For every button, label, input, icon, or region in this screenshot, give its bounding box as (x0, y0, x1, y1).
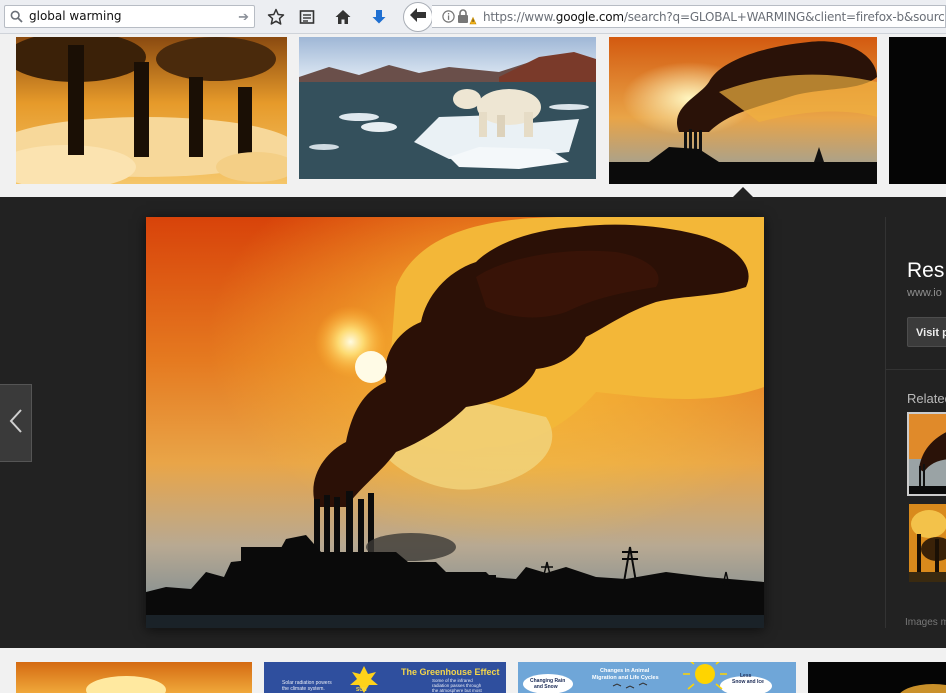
image-result-selected-smoke[interactable] (609, 37, 877, 184)
related-image-2[interactable] (909, 504, 946, 582)
svg-text:Snow and Ice: Snow and Ice (732, 679, 764, 685)
preview-sidebar: Res www.io Visit p Related (885, 217, 946, 628)
url-text[interactable]: https://www.google.com/search?q=GLOBAL+W… (483, 10, 945, 24)
star-icon[interactable] (265, 6, 287, 28)
download-icon[interactable] (368, 6, 390, 28)
url-prefix: https://www. (483, 10, 556, 24)
selected-caret (733, 187, 753, 197)
related-heading: Related (907, 391, 946, 406)
lock-warning-icon[interactable] (457, 9, 477, 27)
svg-text:the climate system.: the climate system. (282, 686, 325, 692)
url-path: /search?q=GLOBAL+WARMING&client=firefox-… (623, 10, 945, 24)
preview-image[interactable] (146, 217, 764, 628)
image-result-polar-bear[interactable] (299, 37, 596, 179)
info-icon[interactable] (442, 10, 455, 27)
previous-image-button[interactable] (0, 384, 32, 462)
arrow-right-icon[interactable]: ➔ (238, 9, 249, 25)
image-results-row-bottom: The Greenhouse Effect Solar radiation po… (0, 648, 946, 693)
url-bar[interactable]: https://www.google.com/search?q=GLOBAL+W… (432, 5, 946, 28)
divider (886, 369, 946, 370)
related-image-1[interactable] (907, 412, 946, 496)
preview-title[interactable]: Res (907, 259, 944, 283)
back-icon (409, 7, 427, 28)
image-result-partial[interactable] (889, 37, 946, 184)
image-result-smokestacks[interactable] (16, 37, 287, 184)
image-result-dark-globe[interactable] (808, 662, 946, 693)
url-host: google.com (555, 10, 624, 24)
reading-list-icon[interactable] (296, 6, 318, 28)
svg-text:and Snow: and Snow (534, 684, 558, 690)
browser-search-box[interactable]: global warming ➔ (4, 5, 255, 28)
chevron-left-icon (9, 408, 23, 439)
image-result-greenhouse-effect[interactable]: The Greenhouse Effect Solar radiation po… (264, 662, 506, 693)
image-results-row (0, 34, 946, 197)
image-result-climate-changes[interactable]: Changes in Animal Migration and Life Cyc… (518, 662, 796, 693)
images-more-label[interactable]: Images m (905, 617, 946, 628)
svg-text:Migration and Life Cycles: Migration and Life Cycles (592, 675, 659, 681)
svg-text:SUN: SUN (356, 687, 367, 693)
image-result-sunset[interactable] (16, 662, 252, 693)
visit-page-button[interactable]: Visit p (907, 317, 946, 347)
svg-text:The Greenhouse Effect: The Greenhouse Effect (401, 667, 500, 677)
svg-text:the atmosphere but most: the atmosphere but most (432, 688, 483, 693)
preview-site[interactable]: www.io (907, 287, 942, 299)
image-preview-panel: Res www.io Visit p Related (0, 197, 946, 648)
home-icon[interactable] (332, 6, 354, 28)
browser-toolbar: global warming ➔ https://www.google.com/… (0, 0, 946, 34)
svg-text:Changes in Animal: Changes in Animal (600, 668, 650, 674)
back-button[interactable] (403, 2, 433, 32)
search-input[interactable]: global warming (29, 9, 122, 23)
search-icon (10, 10, 23, 28)
